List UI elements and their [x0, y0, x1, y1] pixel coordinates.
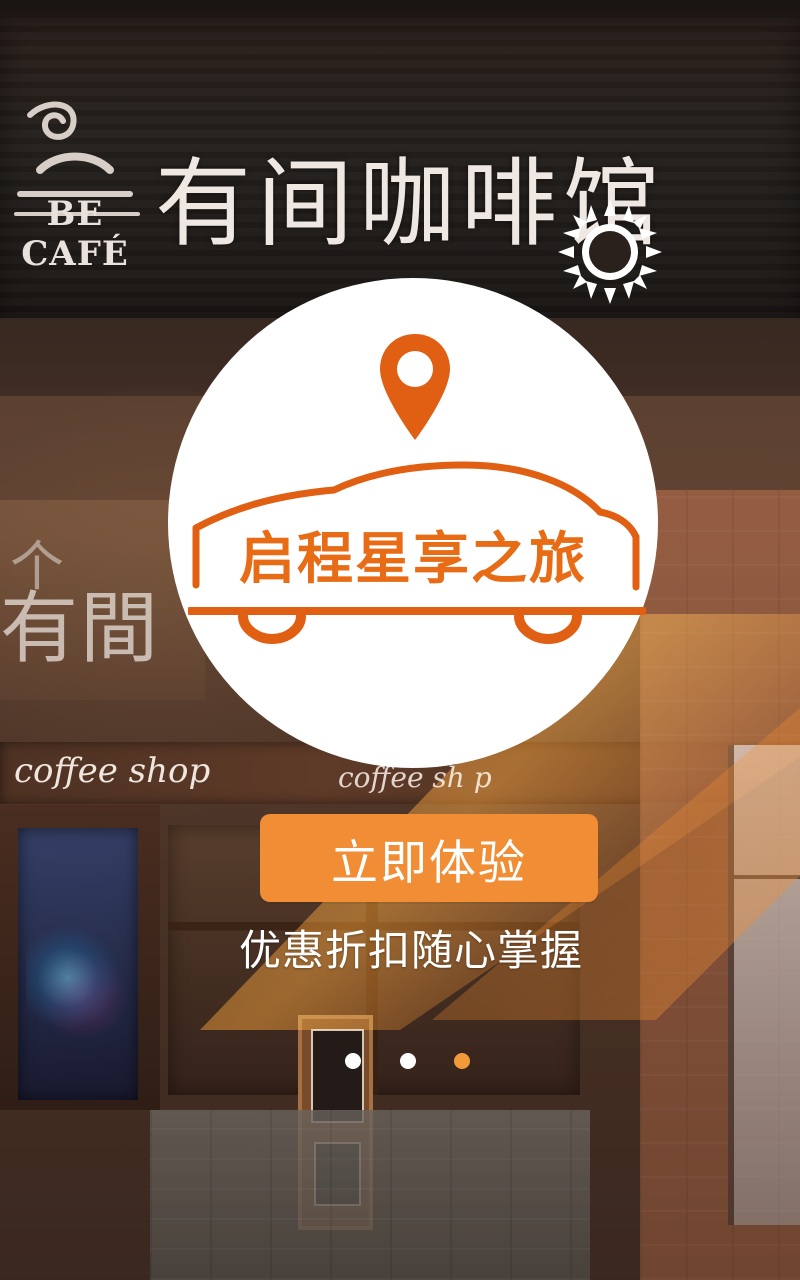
page-dot-1[interactable] [345, 1053, 361, 1069]
splash-subtitle: 优惠折扣随心掌握 [238, 926, 583, 975]
pagination-dots [345, 1052, 470, 1070]
sun-icon [558, 200, 662, 304]
hero-title: 启程星享之旅 [239, 526, 587, 592]
try-now-button[interactable]: 立即体验 [260, 814, 598, 902]
cafe-signboard: BE CAFÉ 有间咖啡馆 [0, 18, 800, 318]
left-door-glass [18, 828, 138, 1100]
brick-base [150, 1110, 590, 1280]
page-dot-3[interactable] [454, 1053, 470, 1069]
left-window-text: 有間 [0, 584, 161, 674]
location-pin-icon [380, 334, 450, 440]
cafe-brand-text: BE CAFÉ [21, 194, 129, 274]
page-dot-2[interactable] [399, 1053, 416, 1069]
coffee-shop-sign-left: coffee shop [14, 751, 211, 791]
splash-screen: BE CAFÉ 有间咖啡馆 个 有間 coffee shop coffee sh… [0, 0, 800, 1280]
